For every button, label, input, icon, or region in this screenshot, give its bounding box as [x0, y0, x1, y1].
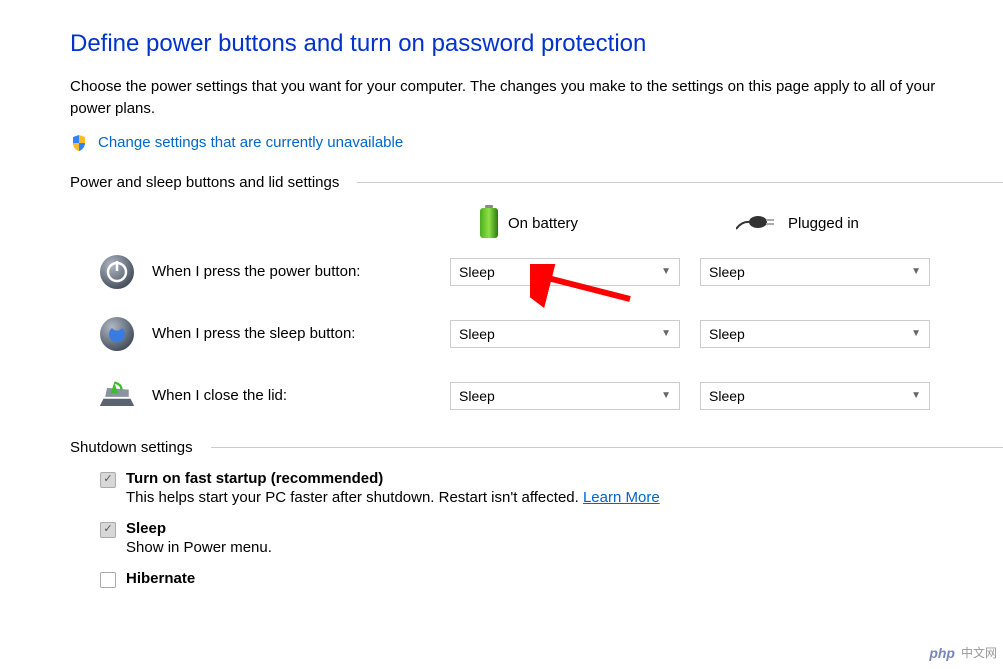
chevron-down-icon: ▼	[661, 328, 671, 339]
power-section-header: Power and sleep buttons and lid settings	[70, 174, 1003, 191]
chevron-down-icon: ▼	[911, 266, 921, 277]
select-value: Sleep	[709, 264, 745, 280]
change-settings-link[interactable]: Change settings that are currently unava…	[98, 134, 403, 151]
plugged-label: Plugged in	[788, 215, 859, 232]
page-description: Choose the power settings that you want …	[70, 76, 950, 120]
watermark-text: 中文网	[961, 644, 997, 661]
learn-more-link[interactable]: Learn More	[583, 489, 660, 506]
shutdown-item-sleep: ✓ Sleep Show in Power menu.	[100, 520, 1003, 556]
chevron-down-icon: ▼	[661, 390, 671, 401]
page-title: Define power buttons and turn on passwor…	[70, 30, 1003, 58]
power-button-plugged-select[interactable]: Sleep ▼	[700, 258, 930, 286]
sleep-title: Sleep	[126, 520, 272, 537]
php-logo-icon: php	[929, 645, 955, 661]
fast-startup-sub: This helps start your PC faster after sh…	[126, 489, 660, 506]
power-button-icon	[98, 253, 136, 291]
watermark: php 中文网	[929, 644, 997, 661]
close-lid-battery-select[interactable]: Sleep ▼	[450, 382, 680, 410]
sleep-button-icon	[98, 315, 136, 353]
fast-startup-sub-text: This helps start your PC faster after sh…	[126, 489, 583, 506]
column-header-battery: On battery	[438, 205, 688, 243]
select-value: Sleep	[459, 264, 495, 280]
column-header-plugged: Plugged in	[696, 211, 946, 237]
hibernate-checkbox[interactable]	[100, 572, 116, 588]
close-lid-label: When I close the lid:	[152, 387, 287, 404]
shutdown-section-header: Shutdown settings	[70, 439, 1003, 456]
shutdown-item-hibernate: Hibernate	[100, 570, 1003, 588]
chevron-down-icon: ▼	[911, 328, 921, 339]
power-section-label: Power and sleep buttons and lid settings	[70, 174, 339, 191]
power-row-power-button: When I press the power button: Sleep ▼ S…	[70, 253, 1003, 291]
change-settings-row: Change settings that are currently unava…	[70, 134, 1003, 152]
battery-icon	[478, 205, 500, 243]
power-button-battery-select[interactable]: Sleep ▼	[450, 258, 680, 286]
shield-icon	[70, 134, 88, 152]
sleep-sub: Show in Power menu.	[126, 539, 272, 556]
sleep-button-label: When I press the sleep button:	[152, 325, 355, 342]
chevron-down-icon: ▼	[661, 266, 671, 277]
shutdown-item-fast-startup: ✓ Turn on fast startup (recommended) Thi…	[100, 470, 1003, 506]
select-value: Sleep	[709, 388, 745, 404]
hibernate-title: Hibernate	[126, 570, 195, 587]
select-value: Sleep	[459, 326, 495, 342]
power-row-close-lid: When I close the lid: Sleep ▼ Sleep ▼	[70, 377, 1003, 415]
sleep-button-plugged-select[interactable]: Sleep ▼	[700, 320, 930, 348]
plug-icon	[736, 211, 780, 237]
select-value: Sleep	[459, 388, 495, 404]
sleep-button-battery-select[interactable]: Sleep ▼	[450, 320, 680, 348]
close-lid-plugged-select[interactable]: Sleep ▼	[700, 382, 930, 410]
fast-startup-title: Turn on fast startup (recommended)	[126, 470, 660, 487]
shutdown-section-label: Shutdown settings	[70, 439, 193, 456]
power-button-label: When I press the power button:	[152, 263, 360, 280]
power-row-sleep-button: When I press the sleep button: Sleep ▼ S…	[70, 315, 1003, 353]
close-lid-icon	[98, 377, 136, 415]
sleep-checkbox[interactable]: ✓	[100, 522, 116, 538]
fast-startup-checkbox[interactable]: ✓	[100, 472, 116, 488]
chevron-down-icon: ▼	[911, 390, 921, 401]
battery-label: On battery	[508, 215, 578, 232]
select-value: Sleep	[709, 326, 745, 342]
